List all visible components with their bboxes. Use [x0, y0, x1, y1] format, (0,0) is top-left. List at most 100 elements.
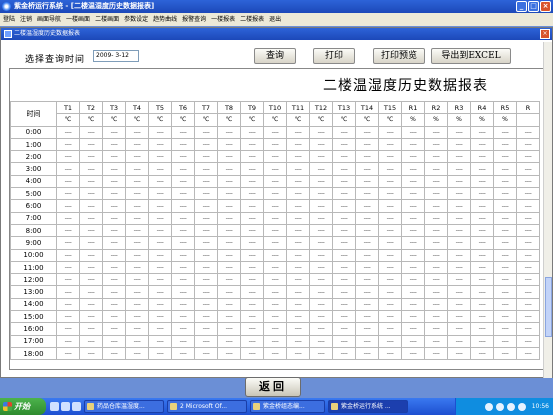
data-cell: ---- — [217, 285, 241, 299]
data-cell: ---- — [102, 187, 126, 201]
data-cell: ---- — [56, 211, 80, 225]
data-cell: ---- — [263, 334, 287, 348]
data-cell: ---- — [493, 322, 517, 336]
data-cell: ---- — [102, 310, 126, 324]
data-cell: ---- — [148, 273, 172, 287]
data-cell: ---- — [125, 285, 149, 299]
menu-item[interactable]: 报警查询 — [181, 13, 210, 26]
data-cell: ---- — [309, 236, 333, 250]
vertical-scrollbar[interactable] — [543, 42, 552, 378]
data-cell: ---- — [424, 211, 448, 225]
unit-header: ℃ — [56, 113, 80, 127]
column-header: T11 — [286, 100, 310, 115]
taskbar-item[interactable]: 紫金桥组态编... — [250, 400, 325, 413]
data-cell: ---- — [355, 150, 379, 164]
data-cell: ---- — [148, 162, 172, 176]
data-cell: ---- — [79, 285, 103, 299]
data-cell: ---- — [171, 248, 195, 262]
menu-item[interactable]: 二楼画面 — [94, 13, 123, 26]
menu-item[interactable]: 注销 — [19, 13, 36, 26]
export-excel-button[interactable]: 导出到EXCEL — [431, 48, 511, 64]
data-cell: ---- — [401, 346, 425, 361]
data-cell: ---- — [355, 223, 379, 238]
data-cell: ---- — [240, 174, 264, 189]
column-header: T3 — [102, 100, 126, 115]
data-cell: ---- — [194, 236, 218, 250]
quick-launch-icon[interactable] — [72, 402, 81, 411]
data-cell: ---- — [286, 162, 310, 176]
column-header: R1 — [401, 100, 425, 115]
data-cell: ---- — [401, 137, 425, 152]
data-cell: ---- — [240, 248, 264, 262]
menu-item[interactable]: 参数设定 — [123, 13, 152, 26]
task-icon — [170, 403, 177, 410]
menu-item[interactable]: 一楼画面 — [65, 13, 94, 26]
quick-launch-icon[interactable] — [61, 402, 70, 411]
data-cell: ---- — [309, 310, 333, 324]
data-cell: ---- — [171, 334, 195, 348]
data-cell: ---- — [194, 322, 218, 336]
data-cell: ---- — [309, 150, 333, 164]
child-close-icon[interactable]: × — [540, 29, 550, 39]
print-button[interactable]: 打印 — [313, 48, 355, 64]
minimize-button[interactable]: _ — [516, 1, 527, 12]
table-row: 12:00 ---- ---- ---- ---- ---- ---- ---- ---- ---… — [10, 273, 540, 287]
tray-icon[interactable] — [506, 402, 515, 411]
data-cell: ---- — [516, 346, 540, 361]
date-picker-input[interactable]: 2009- 3-12 — [93, 50, 139, 62]
taskbar-item-active[interactable]: 紫金桥运行系统 ... — [328, 400, 408, 413]
data-cell: ---- — [148, 137, 172, 152]
data-cell: ---- — [217, 125, 241, 139]
data-cell: ---- — [493, 248, 517, 262]
query-button[interactable]: 查询 — [254, 48, 296, 64]
data-cell: ---- — [217, 346, 241, 361]
back-button[interactable]: 返回 — [245, 377, 301, 397]
data-cell: ---- — [217, 162, 241, 176]
window-title-bar: 紫金桥运行系统 - [二楼温湿度历史数据报表] _ □ × — [0, 0, 553, 13]
data-cell: ---- — [378, 199, 402, 213]
maximize-button[interactable]: □ — [528, 1, 539, 12]
task-icon — [253, 403, 260, 410]
data-cell: ---- — [309, 162, 333, 176]
data-cell: ---- — [470, 137, 494, 152]
close-button[interactable]: × — [540, 1, 551, 12]
data-cell: ---- — [263, 174, 287, 189]
table-row: 8:00 ---- ---- ---- ---- ---- ---- ---- ---- ----… — [10, 223, 540, 238]
start-button[interactable]: 开始 — [0, 398, 46, 415]
taskbar-item[interactable]: 药品仓库温湿度... — [84, 400, 164, 413]
data-cell: ---- — [493, 273, 517, 287]
window-controls: _ □ × — [516, 1, 551, 12]
tray-icon[interactable] — [495, 402, 504, 411]
data-cell: ---- — [102, 346, 126, 361]
data-cell: ---- — [263, 187, 287, 201]
data-cell: ---- — [263, 260, 287, 275]
data-cell: ---- — [424, 174, 448, 189]
data-cell: ---- — [56, 322, 80, 336]
data-cell: ---- — [309, 346, 333, 361]
menu-item[interactable]: 画面导航 — [36, 13, 65, 26]
menu-item[interactable]: 退出 — [268, 13, 285, 26]
data-cell: ---- — [378, 346, 402, 361]
quick-launch-icon[interactable] — [50, 402, 59, 411]
menu-item[interactable]: 一楼报表 — [210, 13, 239, 26]
unit-header: ℃ — [309, 113, 333, 127]
table-row: 16:00 ---- ---- ---- ---- ---- ---- ---- ---- ---… — [10, 322, 540, 336]
menu-item[interactable]: 趋势曲线 — [152, 13, 181, 26]
menu-item[interactable]: 二楼报表 — [239, 13, 268, 26]
taskbar-item[interactable]: 2 Microsoft Of... — [167, 400, 247, 413]
scrollbar-thumb[interactable] — [545, 277, 552, 337]
data-cell: ---- — [516, 285, 540, 299]
print-preview-button[interactable]: 打印预览 — [373, 48, 425, 64]
data-cell: ---- — [493, 223, 517, 238]
data-cell: ---- — [286, 174, 310, 189]
data-cell: ---- — [493, 150, 517, 164]
tray-icon[interactable] — [484, 402, 493, 411]
menu-item[interactable]: 登陆 — [2, 13, 19, 26]
data-cell: ---- — [378, 174, 402, 189]
data-cell: ---- — [332, 285, 356, 299]
row-time: 12:00 — [10, 273, 57, 287]
tray-icon[interactable] — [517, 402, 526, 411]
data-cell: ---- — [355, 285, 379, 299]
data-cell: ---- — [470, 211, 494, 225]
data-cell: ---- — [79, 322, 103, 336]
